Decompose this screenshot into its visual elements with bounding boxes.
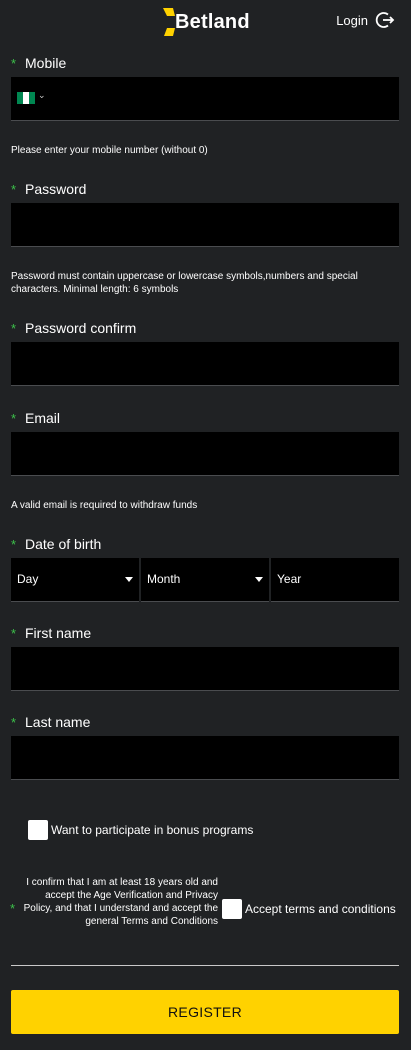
first-name-field[interactable] — [11, 647, 399, 691]
divider — [11, 965, 399, 966]
password-field[interactable] — [11, 203, 399, 247]
dob-month-select[interactable]: Month — [141, 558, 269, 602]
mobile-hint: Please enter your mobile number (without… — [11, 145, 208, 156]
betland-logo[interactable]: Betland — [163, 8, 250, 36]
dob-day-select[interactable]: Day — [11, 558, 139, 602]
email-field[interactable] — [11, 432, 399, 476]
terms-label[interactable]: Accept terms and conditions — [245, 902, 396, 916]
required-mark: * — [11, 626, 17, 641]
terms-checkbox[interactable] — [222, 899, 242, 919]
caret-down-icon — [125, 577, 133, 582]
password-label: * Password — [11, 181, 87, 197]
required-mark: * — [11, 537, 17, 552]
caret-down-icon — [255, 577, 263, 582]
last-name-label: * Last name — [11, 714, 91, 730]
email-hint: A valid email is required to withdraw fu… — [11, 500, 198, 511]
mobile-field[interactable]: ⌄ — [11, 77, 399, 121]
required-mark: * — [11, 715, 17, 730]
required-mark: * — [11, 182, 17, 197]
nigeria-flag-icon[interactable] — [17, 92, 35, 104]
login-label: Login — [336, 12, 368, 28]
mobile-label: * Mobile — [11, 55, 67, 71]
required-mark: * — [11, 321, 17, 336]
dob-selects: Day Month Year — [11, 558, 399, 602]
header: Betland Login — [0, 0, 411, 42]
password-confirm-field[interactable] — [11, 342, 399, 386]
first-name-label: * First name — [11, 625, 92, 641]
logo-mark-icon — [163, 8, 175, 36]
login-button[interactable]: Login — [336, 10, 395, 30]
dob-label: * Date of birth — [11, 536, 102, 552]
dob-year-select[interactable]: Year — [271, 558, 399, 602]
age-confirm-text: I confirm that I am at least 18 years ol… — [23, 877, 218, 927]
bonus-label[interactable]: Want to participate in bonus programs — [51, 823, 253, 837]
logo-text: Betland — [175, 10, 250, 33]
password-hint: Password must contain uppercase or lower… — [11, 271, 358, 295]
required-mark: * — [11, 56, 17, 71]
password-confirm-label: * Password confirm — [11, 320, 137, 336]
required-mark: * — [11, 411, 17, 426]
register-button[interactable]: REGISTER — [11, 990, 399, 1034]
logout-arrow-icon — [375, 12, 395, 28]
email-label: * Email — [11, 410, 61, 426]
last-name-field[interactable] — [11, 736, 399, 780]
chevron-down-icon[interactable]: ⌄ — [38, 90, 46, 101]
bonus-checkbox[interactable] — [28, 820, 48, 840]
